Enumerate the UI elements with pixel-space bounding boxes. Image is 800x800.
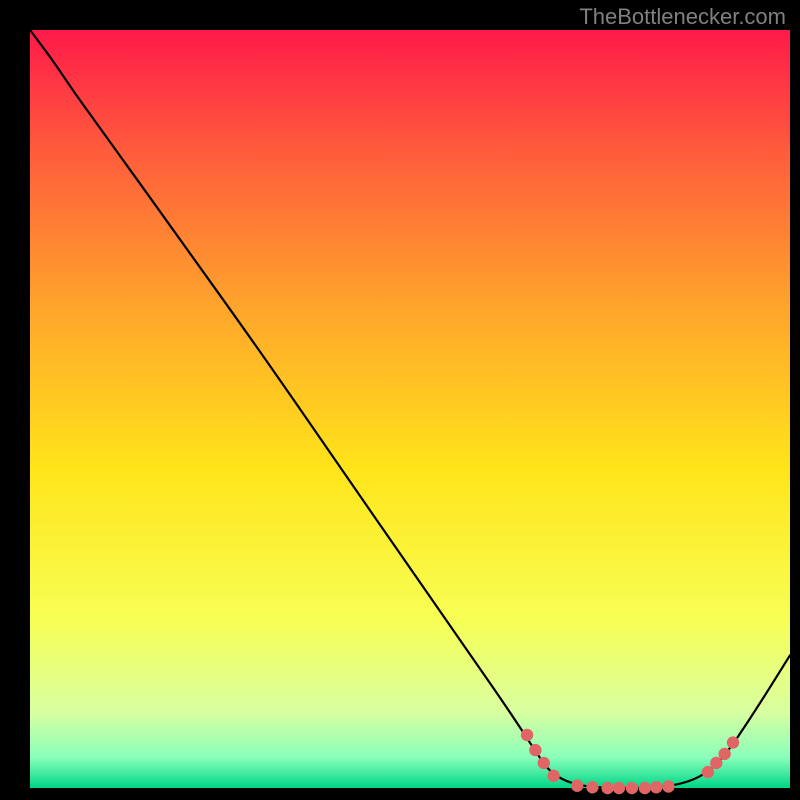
curve-marker <box>639 782 651 794</box>
curve-marker <box>601 782 613 794</box>
curve-marker <box>718 748 730 760</box>
curve-marker <box>538 757 550 769</box>
curve-marker <box>571 780 583 792</box>
curve-marker <box>521 729 533 741</box>
chart-frame: { "watermark": "TheBottlenecker.com", "c… <box>0 0 800 800</box>
curve-marker <box>613 782 625 794</box>
watermark-text: TheBottlenecker.com <box>579 4 786 30</box>
curve-marker <box>547 770 559 782</box>
curve-marker <box>710 757 722 769</box>
bottleneck-chart <box>0 0 800 800</box>
plot-background-gradient <box>30 30 790 788</box>
curve-marker <box>650 781 662 793</box>
curve-marker <box>586 781 598 793</box>
curve-marker <box>529 744 541 756</box>
curve-marker <box>662 780 674 792</box>
curve-marker <box>727 736 739 748</box>
curve-marker <box>626 782 638 794</box>
curve-marker <box>702 766 714 778</box>
